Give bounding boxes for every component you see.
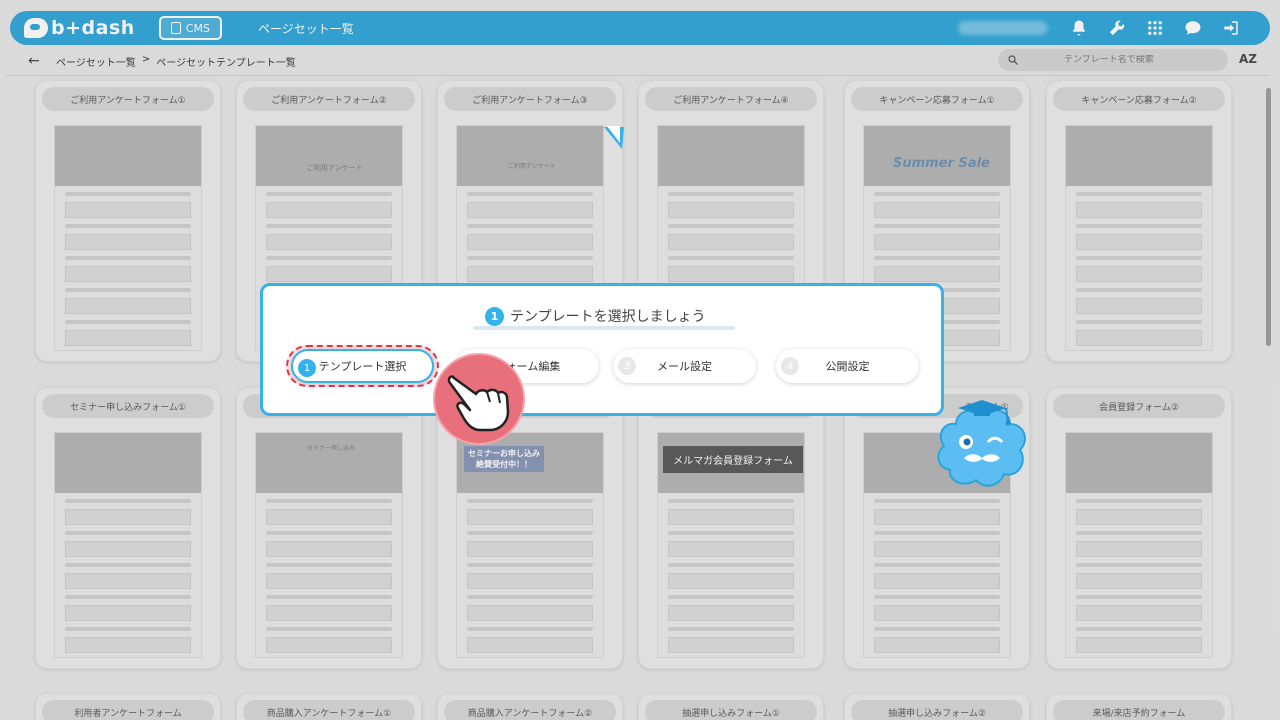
tutorial-title: 1 テンプレートを選択しましょう	[485, 306, 706, 326]
step-label: テンプレート選択	[318, 360, 407, 373]
mascot-character	[937, 400, 1026, 487]
step-number: 1	[298, 359, 316, 377]
step-label: メール設定	[657, 360, 712, 373]
step-label: 公開設定	[825, 360, 870, 373]
step-mail-settings[interactable]: 3 メール設定	[613, 349, 756, 383]
step-number: 4	[781, 357, 799, 375]
popup-tail-inner	[607, 126, 620, 143]
step-template-select[interactable]: 1 テンプレート選択	[291, 349, 434, 383]
pointing-hand-icon	[433, 353, 525, 445]
title-underline	[473, 326, 735, 330]
tutorial-title-text: テンプレートを選択しましょう	[510, 309, 706, 325]
tutorial-popup: 1 テンプレートを選択しましょう 1 テンプレート選択 2 フォーム編集 3 メ…	[260, 283, 944, 416]
step-publish-settings[interactable]: 4 公開設定	[776, 349, 919, 383]
step-number: 3	[618, 357, 636, 375]
tutorial-step-number: 1	[485, 306, 504, 326]
